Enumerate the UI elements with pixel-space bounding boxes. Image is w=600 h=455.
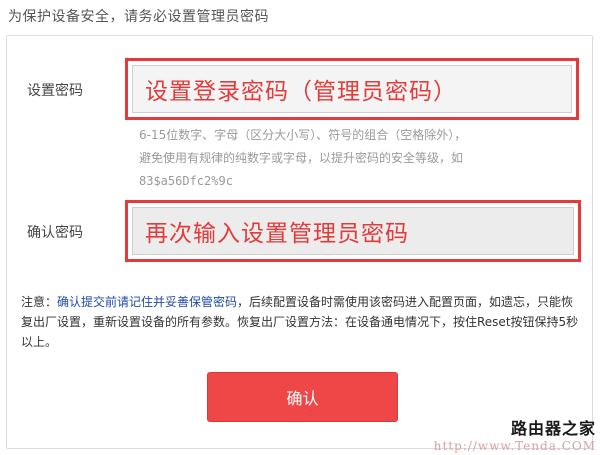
password-input[interactable]: 设置登录密码（管理员密码） <box>132 65 572 113</box>
confirm-password-input[interactable]: 再次输入设置管理员密码 <box>132 207 574 255</box>
password-input-text: 设置登录密码（管理员密码） <box>145 79 457 105</box>
router-setup-page: 为保护设备安全，请务必设置管理员密码 设置密码 设置登录密码（管理员密码） 6-… <box>0 0 600 455</box>
password-panel: 设置密码 设置登录密码（管理员密码） 6-15位数字、字母（区分大小写）、符号的… <box>6 35 593 449</box>
notice-highlight: 确认提交前请记住并妥善保管密码 <box>57 295 238 309</box>
hint-example: 83$a56Dfc2%9c <box>139 174 233 188</box>
confirm-input-text: 再次输入设置管理员密码 <box>145 221 409 247</box>
notice-prefix: 注意： <box>21 295 58 309</box>
password-field-highlight: 设置登录密码（管理员密码） <box>125 58 579 120</box>
top-note: 为保护设备安全，请务必设置管理员密码 <box>8 9 269 25</box>
confirm-password-label: 确认密码 <box>27 225 83 241</box>
confirm-field-highlight: 再次输入设置管理员密码 <box>125 200 581 262</box>
notice-text: 注意：确认提交前请记住并妥善保管密码，后续配置设备时需使用该密码进入配置页面，如… <box>21 292 581 352</box>
password-label: 设置密码 <box>27 83 83 99</box>
password-hint: 6-15位数字、字母（区分大小写）、符号的组合（空格除外）， 避免使用有规律的纯… <box>139 124 579 193</box>
hint-line: 避免使用有规律的纯数字或字母，以提升密码的安全等级，如 <box>139 151 464 165</box>
confirm-button[interactable]: 确认 <box>207 372 398 422</box>
hint-line: 6-15位数字、字母（区分大小写）、符号的组合（空格除外）， <box>139 128 467 142</box>
